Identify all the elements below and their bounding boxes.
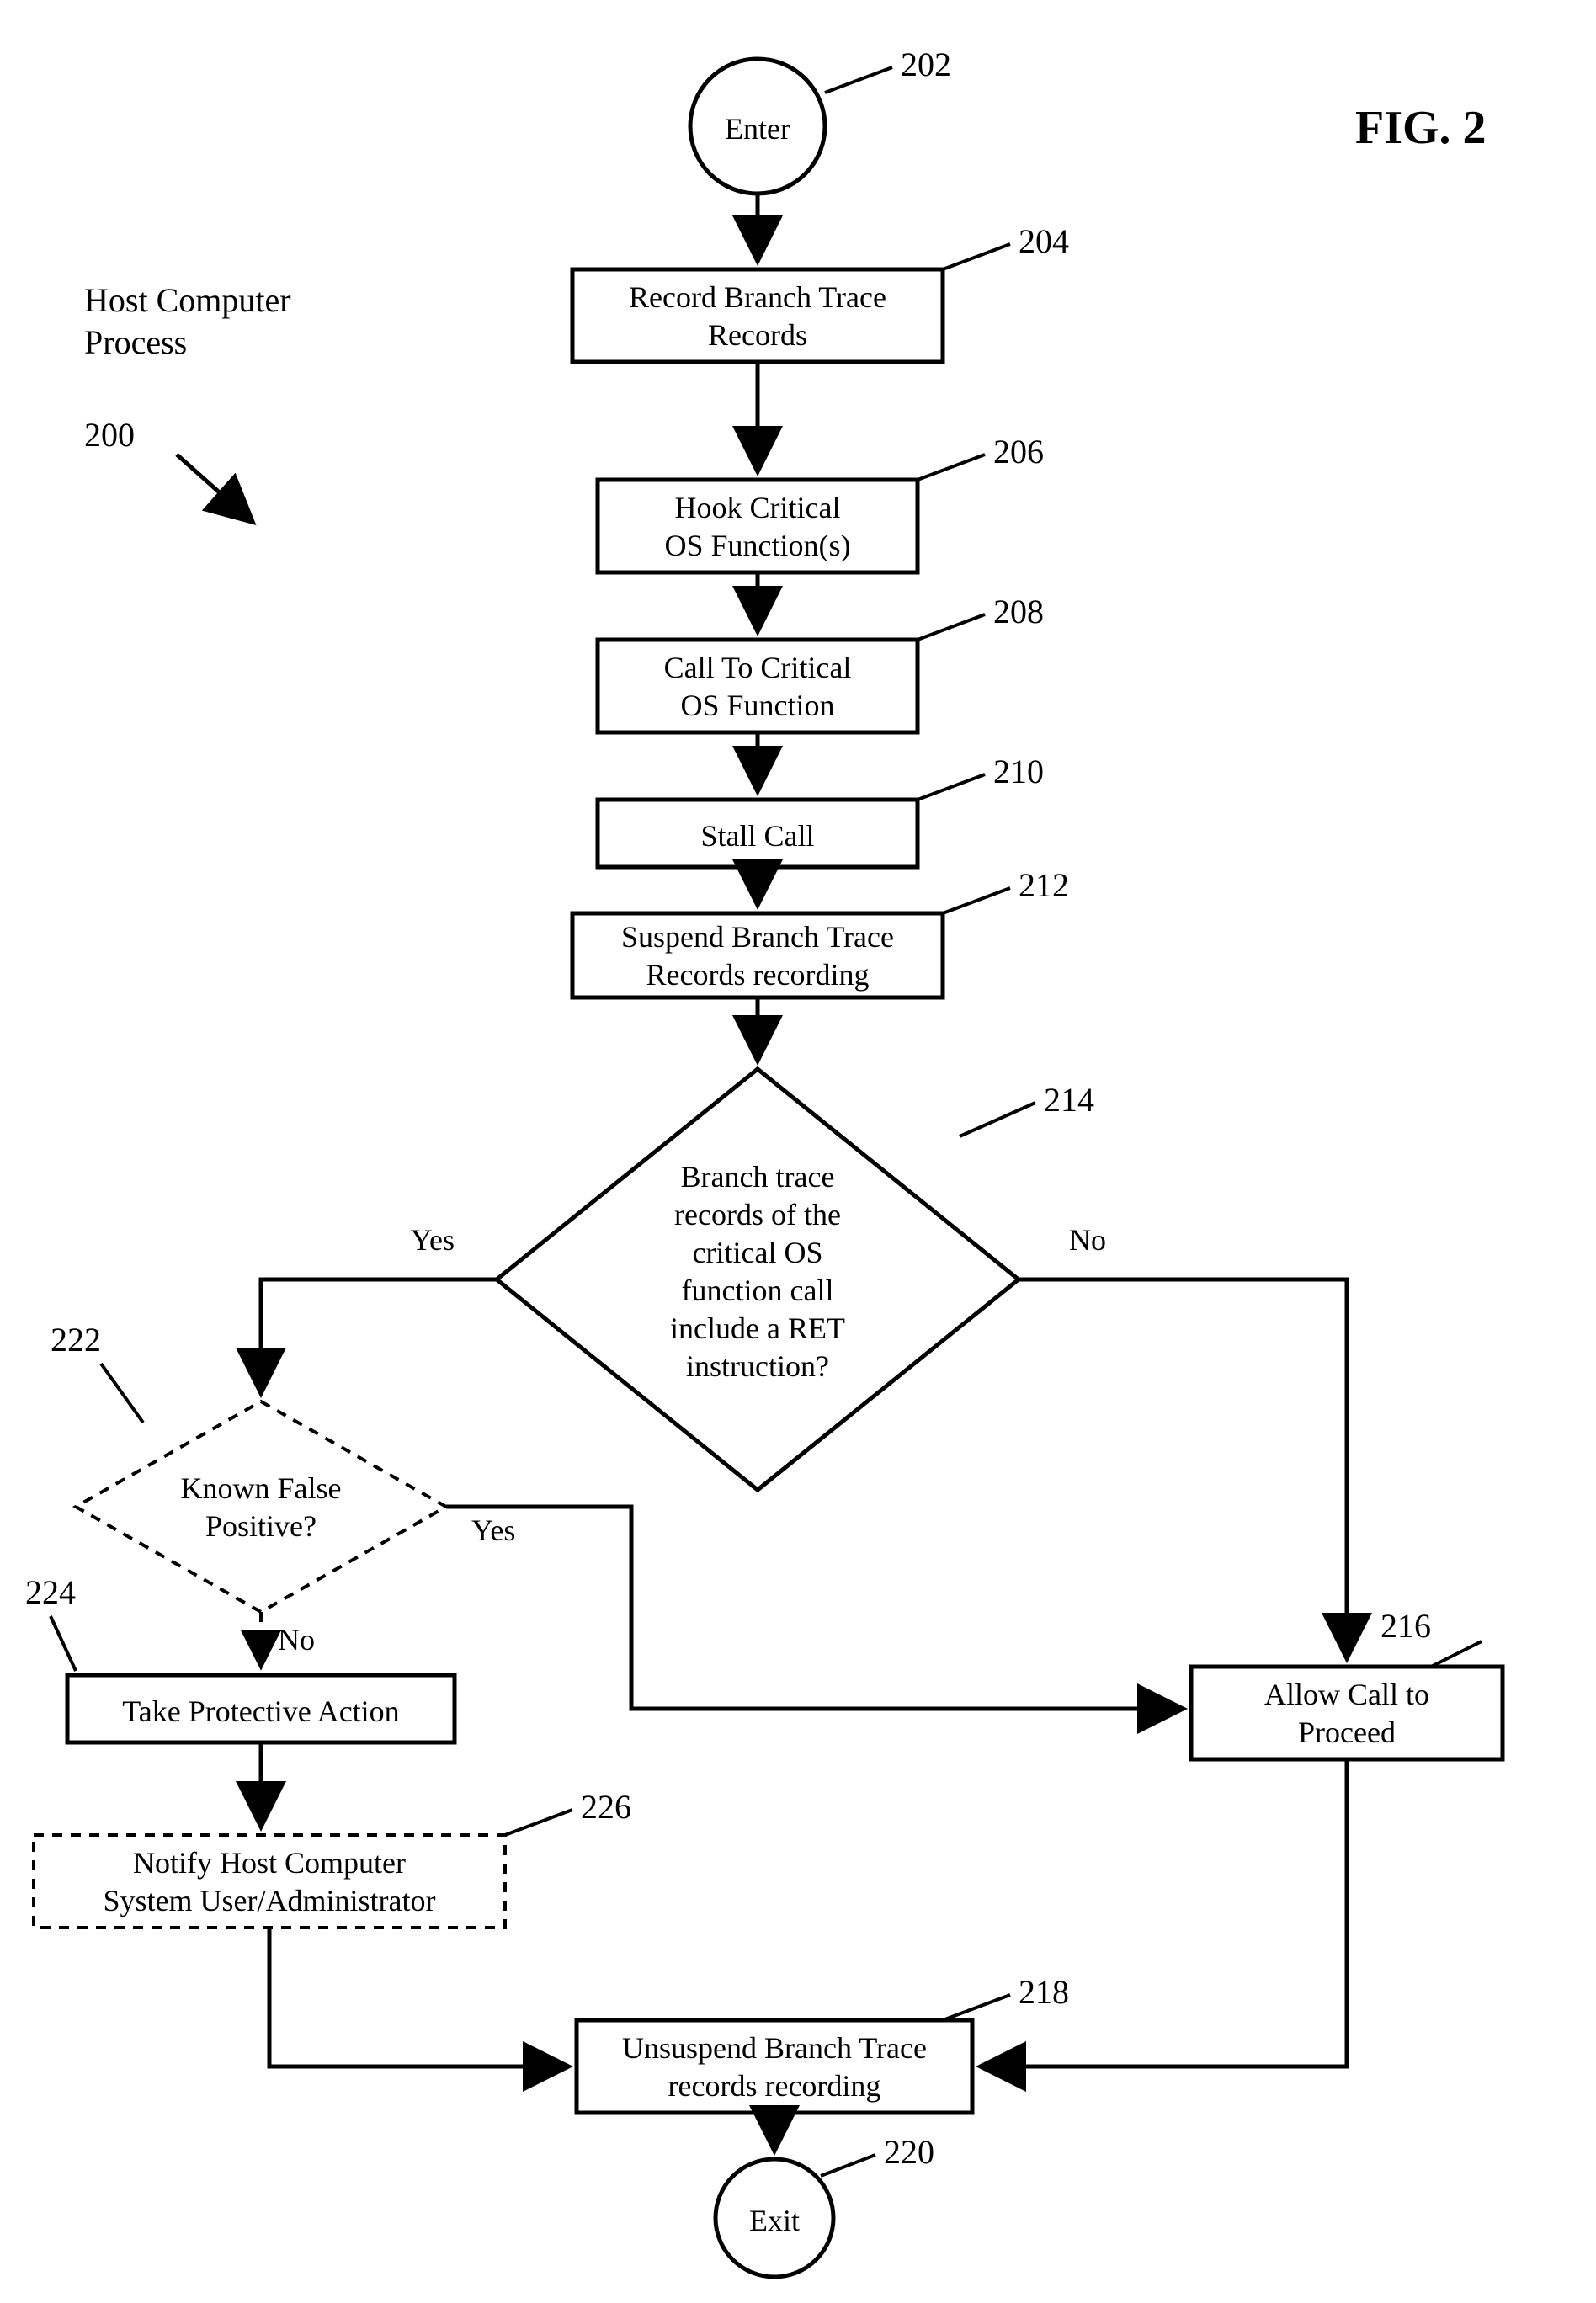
edge-no-label: No bbox=[1069, 1223, 1106, 1257]
suspend-ref: 212 bbox=[1019, 866, 1069, 904]
call-ref: 208 bbox=[993, 593, 1044, 630]
svg-text:records recording: records recording bbox=[668, 2069, 881, 2103]
edge-decision-yes bbox=[261, 1279, 497, 1393]
node-exit: Exit 220 bbox=[716, 2133, 934, 2277]
svg-text:OS Function: OS Function bbox=[680, 689, 834, 722]
svg-text:Branch trace: Branch trace bbox=[681, 1160, 835, 1194]
process-ref: 200 bbox=[84, 416, 135, 454]
protect-ref: 224 bbox=[25, 1573, 76, 1611]
svg-text:function call: function call bbox=[682, 1274, 834, 1307]
node-unsuspend: Unsuspend Branch Trace records recording… bbox=[577, 1973, 1069, 2113]
svg-text:Notify Host Computer: Notify Host Computer bbox=[133, 1846, 406, 1880]
process-title-line1: Host Computer bbox=[84, 281, 291, 319]
svg-text:critical OS: critical OS bbox=[693, 1236, 823, 1269]
svg-text:Take Protective Action: Take Protective Action bbox=[122, 1694, 399, 1728]
node-suspend: Suspend Branch Trace Records recording 2… bbox=[572, 866, 1069, 997]
svg-text:Known False: Known False bbox=[181, 1471, 342, 1505]
process-arrow bbox=[177, 455, 253, 522]
edge-allow-unsuspend bbox=[981, 1759, 1347, 2066]
edge-known-yes bbox=[446, 1507, 1183, 1709]
node-stall: Stall Call 210 bbox=[598, 753, 1044, 867]
process-title-line2: Process bbox=[84, 323, 187, 361]
edge-yes-label: Yes bbox=[411, 1223, 455, 1257]
edge-known-yes-label: Yes bbox=[471, 1513, 515, 1547]
enter-text: Enter bbox=[725, 112, 790, 146]
svg-text:include a RET: include a RET bbox=[670, 1311, 845, 1345]
edge-known-no-label: No bbox=[278, 1623, 315, 1657]
svg-text:Call To Critical: Call To Critical bbox=[664, 651, 852, 684]
node-enter: Enter 202 bbox=[690, 45, 951, 194]
svg-text:Suspend Branch Trace: Suspend Branch Trace bbox=[621, 920, 894, 954]
svg-text:instruction?: instruction? bbox=[686, 1349, 829, 1383]
svg-text:System User/Administrator: System User/Administrator bbox=[104, 1884, 436, 1917]
exit-ref: 220 bbox=[884, 2133, 934, 2171]
unsuspend-ref: 218 bbox=[1019, 1973, 1069, 2011]
stall-ref: 210 bbox=[993, 753, 1044, 790]
record-ref: 204 bbox=[1019, 222, 1069, 260]
exit-text: Exit bbox=[749, 2204, 800, 2237]
svg-text:OS Function(s): OS Function(s) bbox=[664, 529, 850, 562]
edge-decision-no bbox=[1019, 1279, 1347, 1658]
allow-ref: 216 bbox=[1381, 1607, 1431, 1645]
node-decision: Branch trace records of the critical OS … bbox=[497, 1069, 1094, 1490]
decision-ref: 214 bbox=[1044, 1081, 1094, 1119]
node-hook: Hook Critical OS Function(s) 206 bbox=[598, 433, 1044, 572]
node-call: Call To Critical OS Function 208 bbox=[598, 593, 1044, 732]
known-ref: 222 bbox=[51, 1321, 101, 1359]
hook-ref: 206 bbox=[993, 433, 1044, 471]
notify-ref: 226 bbox=[581, 1788, 631, 1826]
svg-text:Records recording: Records recording bbox=[646, 958, 870, 992]
svg-text:Unsuspend Branch Trace: Unsuspend Branch Trace bbox=[622, 2031, 927, 2065]
node-notify: Notify Host Computer System User/Adminis… bbox=[34, 1788, 631, 1928]
node-record: Record Branch Trace Records 204 bbox=[572, 222, 1069, 362]
enter-ref: 202 bbox=[901, 45, 951, 83]
figure-label: FIG. 2 bbox=[1355, 102, 1487, 154]
svg-text:Hook Critical: Hook Critical bbox=[675, 491, 841, 524]
node-known: Known False Positive? 222 bbox=[51, 1321, 446, 1612]
svg-text:records of the: records of the bbox=[674, 1198, 841, 1231]
svg-text:Record Branch Trace: Record Branch Trace bbox=[629, 280, 886, 314]
svg-text:Allow Call to: Allow Call to bbox=[1264, 1678, 1429, 1711]
svg-text:Proceed: Proceed bbox=[1298, 1715, 1396, 1749]
svg-text:Positive?: Positive? bbox=[205, 1509, 317, 1543]
svg-text:Records: Records bbox=[708, 318, 807, 352]
flowchart-diagram: FIG. 2 Host Computer Process 200 Enter 2… bbox=[0, 0, 1596, 2303]
edge-notify-unsuspend bbox=[269, 1928, 568, 2066]
svg-text:Stall Call: Stall Call bbox=[701, 819, 815, 853]
